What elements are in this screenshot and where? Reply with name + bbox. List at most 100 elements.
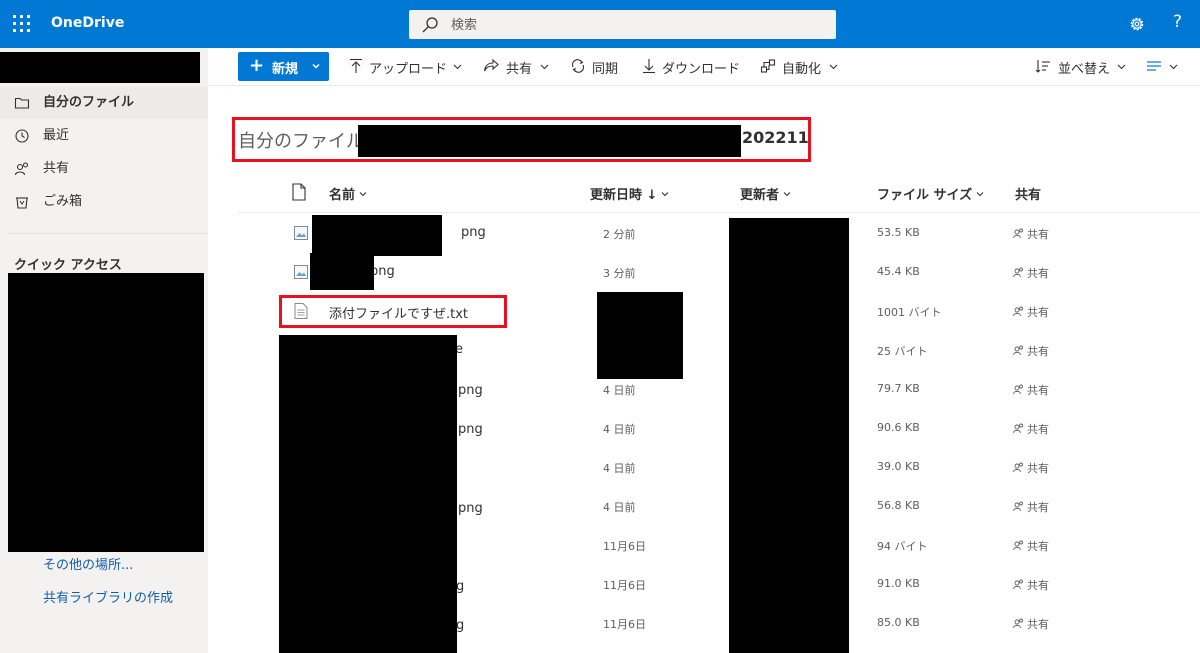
automate-label: 自動化 [782,62,822,77]
shared-icon [1013,540,1023,551]
column-header-modified-label: 更新日時 ↓ [590,188,658,203]
shared-icon [1013,462,1023,473]
nav-item-recent[interactable]: 最近 [0,120,208,152]
file-sharing[interactable]: 共有 [1013,343,1049,359]
column-header-sharing-label: 共有 [1015,188,1042,203]
chevron-down-icon [540,64,549,70]
nav-item-label: ごみ箱 [43,194,83,209]
share-label: 共有 [506,62,533,77]
new-button[interactable]: + 新規 [238,52,329,81]
sync-label: 同期 [592,62,619,77]
file-name[interactable]: png [458,422,483,437]
chevron-down-icon [662,192,669,197]
redacted-modified-by-column [729,218,849,653]
file-sharing-label: 共有 [1027,618,1049,631]
file-sharing-label: 共有 [1027,345,1049,358]
nav-item-recycle-bin[interactable]: ごみ箱 [0,186,208,218]
share-button[interactable]: 共有 [483,57,551,77]
automate-button[interactable]: 自動化 [760,57,840,77]
nav-item-label: 共有 [43,161,70,176]
upload-icon [350,58,362,73]
file-modified: 11月6日 [603,618,646,631]
view-options-button[interactable] [1146,57,1182,77]
file-sharing[interactable]: 共有 [1013,499,1049,515]
search-box[interactable] [409,10,836,39]
folder-icon [14,97,30,109]
recycle-bin-icon [16,197,28,209]
chevron-down-icon [453,64,462,70]
app-title[interactable]: OneDrive [51,15,124,31]
file-sharing[interactable]: 共有 [1013,616,1049,632]
download-icon [643,59,655,74]
shared-icon [1013,618,1023,629]
new-button-label: 新規 [272,62,299,77]
shared-icon [1013,267,1023,278]
file-size: 94 バイト [877,540,928,553]
sync-button[interactable]: 同期 [570,57,622,77]
file-size: 56.8 KB [877,499,920,512]
nav-item-shared[interactable]: 共有 [0,153,208,185]
file-name[interactable]: png [458,501,483,516]
download-button[interactable]: ダウンロード [641,57,741,77]
file-size: 53.5 KB [877,226,920,239]
file-sharing[interactable]: 共有 [1013,304,1049,320]
chevron-down-icon [1117,64,1126,70]
column-header-modified[interactable]: 更新日時 ↓ [590,184,669,203]
chevron-down-icon [1169,64,1178,70]
column-header-sharing[interactable]: 共有 [1015,184,1041,203]
command-bar: + 新規 アップロード 共有 同期 ダウンロード 自動化 並べ替え [208,48,1200,86]
file-sharing[interactable]: 共有 [1013,226,1049,242]
left-navigation: 自分のファイル 最近 共有 ごみ箱 クイック アクセス その他の場所... 共有… [0,48,208,653]
file-sharing-label: 共有 [1027,540,1049,553]
file-modified: 11月6日 [603,579,646,592]
recent-icon [15,129,29,143]
automate-icon [760,59,776,73]
upload-button[interactable]: アップロード [348,57,463,77]
file-name[interactable]: g [456,618,464,633]
file-sharing[interactable]: 共有 [1013,460,1049,476]
list-view-icon [1147,61,1161,71]
settings-gear-icon[interactable] [1128,15,1146,33]
shared-icon [1013,384,1023,395]
redacted-dates-block [597,292,683,379]
app-launcher-icon[interactable] [12,14,32,34]
file-name[interactable]: png [458,383,483,398]
chevron-down-icon [359,192,367,197]
file-type-icon[interactable] [292,183,306,201]
file-sharing[interactable]: 共有 [1013,577,1049,593]
file-modified: 11月6日 [603,540,646,553]
file-name[interactable]: g [456,579,464,594]
search-icon [422,17,438,33]
file-sharing[interactable]: 共有 [1013,538,1049,554]
help-icon[interactable]: ? [1173,12,1182,32]
file-size: 25 バイト [877,345,928,358]
column-header-size-label: ファイル サイズ [877,188,973,203]
image-file-icon [294,265,308,279]
nav-divider [8,233,208,234]
file-size: 79.7 KB [877,382,920,395]
chevron-down-icon [312,63,320,69]
file-sharing[interactable]: 共有 [1013,421,1049,437]
chevron-down-icon [783,192,791,197]
file-size: 39.0 KB [877,460,920,473]
create-shared-library-link[interactable]: 共有ライブラリの作成 [43,587,173,606]
file-sharing-label: 共有 [1027,423,1049,436]
top-bar: OneDrive ? [0,0,1200,48]
file-name[interactable]: png [461,225,486,240]
shared-icon [14,162,29,176]
column-header-modified-by[interactable]: 更新者 [740,184,791,203]
file-sharing[interactable]: 共有 [1013,265,1049,281]
redacted-quick-access-list [8,273,204,552]
column-header-size[interactable]: ファイル サイズ [877,184,984,203]
column-header-name[interactable]: 名前 [329,184,367,203]
file-sharing-label: 共有 [1027,384,1049,397]
table-row[interactable]: png 3 分前 45.4 KB 共有 [238,253,1200,292]
sort-button[interactable]: 並べ替え [1035,57,1127,77]
more-places-link[interactable]: その他の場所... [43,554,133,573]
file-size: 90.6 KB [877,421,920,434]
search-input[interactable] [449,14,833,37]
file-sharing[interactable]: 共有 [1013,382,1049,398]
nav-item-my-files[interactable]: 自分のファイル [0,87,208,119]
image-file-icon [294,226,308,240]
share-icon [483,58,499,72]
